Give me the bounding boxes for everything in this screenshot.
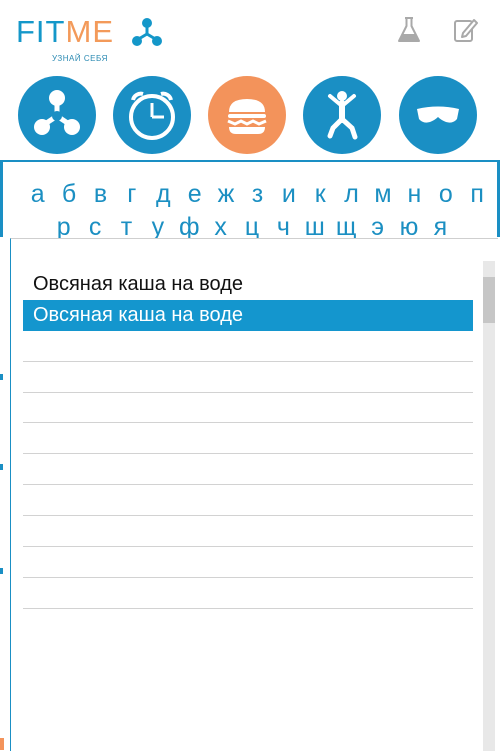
list-item[interactable] (23, 393, 473, 424)
list-item-label: Овсяная каша на воде (33, 273, 243, 295)
app-header: FITME УЗНАЙ СЕБЯ (0, 0, 500, 160)
list-item[interactable] (23, 331, 473, 362)
letter-filter[interactable]: з (242, 178, 273, 210)
list-item[interactable] (23, 454, 473, 486)
edit-icon[interactable] (452, 16, 478, 44)
alphabet-row-1: абвгдежзиклмноп (22, 178, 493, 210)
letter-filter[interactable]: и (273, 178, 304, 210)
left-edge-bar (0, 162, 3, 237)
category-button-activity[interactable] (303, 76, 381, 154)
panel-top-border (0, 160, 500, 162)
jumping-person-icon (327, 91, 358, 140)
bottom-accent-bar (0, 738, 4, 750)
list-item[interactable]: Овсяная каша на воде (23, 269, 473, 300)
category-button-molecule[interactable] (18, 76, 96, 154)
burger-icon (227, 99, 267, 134)
letter-filter[interactable]: в (85, 178, 116, 210)
sleep-mask-icon (417, 106, 459, 123)
letter-filter[interactable]: к (305, 178, 336, 210)
list-item[interactable] (23, 516, 473, 548)
list-item-label: Овсяная каша на воде (33, 303, 243, 326)
tagline: УЗНАЙ СЕБЯ (52, 54, 108, 63)
letter-filter[interactable]: л (336, 178, 367, 210)
app-logo: FITME УЗНАЙ СЕБЯ (16, 14, 176, 64)
letter-filter[interactable]: е (179, 178, 210, 210)
letter-filter[interactable]: ж (210, 178, 241, 210)
clock-icon (129, 91, 175, 140)
list-item[interactable] (23, 362, 473, 393)
logo-me: ME (65, 14, 114, 49)
category-button-clock[interactable] (113, 76, 191, 154)
list-item[interactable] (23, 423, 473, 455)
letter-filter[interactable]: п (461, 178, 492, 210)
list-item[interactable] (23, 578, 473, 609)
food-list-panel: Овсяная каша на воде Овсяная каша на воде (10, 238, 498, 751)
letter-filter[interactable]: н (399, 178, 430, 210)
logo-fit: FIT (16, 14, 66, 49)
left-edge-tick (0, 374, 3, 380)
left-edge-tick (0, 464, 3, 470)
molecule-logo-icon (132, 18, 162, 46)
letter-filter[interactable]: б (53, 178, 84, 210)
category-button-sleep[interactable] (399, 76, 477, 154)
left-edge-tick (0, 568, 3, 574)
scrollbar[interactable] (483, 261, 495, 751)
letter-filter[interactable]: д (148, 178, 179, 210)
category-button-food[interactable] (208, 76, 286, 154)
flask-icon[interactable] (396, 16, 422, 44)
list-item[interactable] (23, 547, 473, 578)
list-item[interactable] (23, 485, 473, 517)
molecule-icon (34, 90, 80, 135)
letter-filter[interactable]: м (367, 178, 398, 210)
letter-filter[interactable]: о (430, 178, 461, 210)
scrollbar-thumb[interactable] (483, 277, 495, 323)
letter-filter[interactable]: г (116, 178, 147, 210)
logo-wordmark: FITME (16, 14, 114, 50)
letter-filter[interactable]: а (22, 178, 53, 210)
food-list: Овсяная каша на воде Овсяная каша на воде (23, 269, 473, 609)
list-item-selected[interactable]: Овсяная каша на воде (23, 299, 473, 331)
